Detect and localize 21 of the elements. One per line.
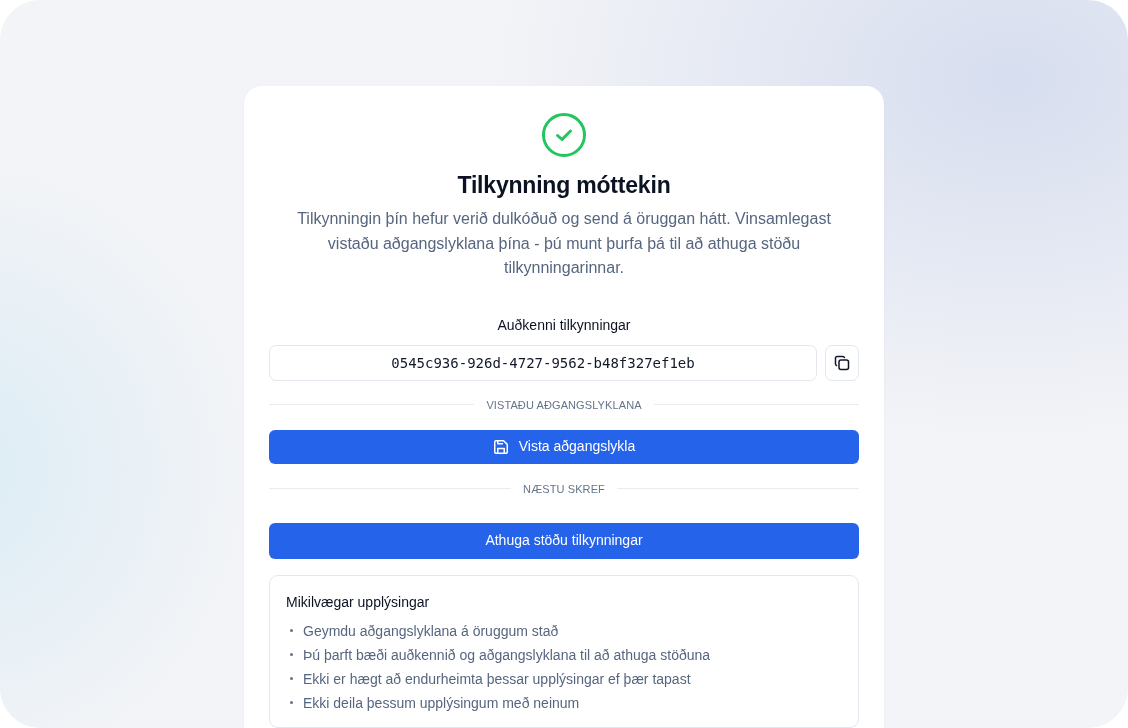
confirmation-title: Tilkynning móttekin <box>456 171 672 200</box>
info-item: Geymdu aðgangslyklana á öruggum stað <box>303 621 559 641</box>
section-divider-label: NÆSTU SKREF <box>522 481 606 497</box>
bullet-icon <box>290 701 293 704</box>
info-item: Ekki er hægt að endurheimta þessar upplýsingar ef þær tapast <box>303 669 691 689</box>
section-divider-label: VISTAÐU AÐGANGSLYKLANA <box>485 397 643 413</box>
report-id-label: Auðkenni tilkynningar <box>496 315 632 335</box>
bullet-icon <box>290 677 293 680</box>
bullet-icon <box>290 653 293 656</box>
info-item: Ekki deila þessum upplýsingum með neinum <box>303 693 580 713</box>
save-keys-button[interactable]: Vista aðgangslykla <box>269 429 859 464</box>
bullet-icon <box>290 629 293 632</box>
copy-icon <box>834 354 850 371</box>
confirmation-message: Tilkynningin þín hefur verið dulkóðuð og send á öruggan hátt. Vinsamlegast vistaðu aðgangslyklana þína - þú munt þurfa þá til að athuga stöðu tilkynningarinnar. <box>296 209 832 278</box>
info-item: Þú þarft bæði auðkennið og aðgangslyklana til að athuga stöðuna <box>303 645 711 665</box>
report-id-field[interactable]: 0545c936-926d-4727-9562-b48f327ef1eb <box>269 344 817 381</box>
check-status-button[interactable]: Athuga stöðu tilkynningar <box>269 522 859 559</box>
check-circle-icon <box>541 112 587 158</box>
info-title: Mikilvægar upplýsingar <box>286 592 431 612</box>
save-icon <box>492 438 509 455</box>
copy-button[interactable] <box>825 344 859 381</box>
